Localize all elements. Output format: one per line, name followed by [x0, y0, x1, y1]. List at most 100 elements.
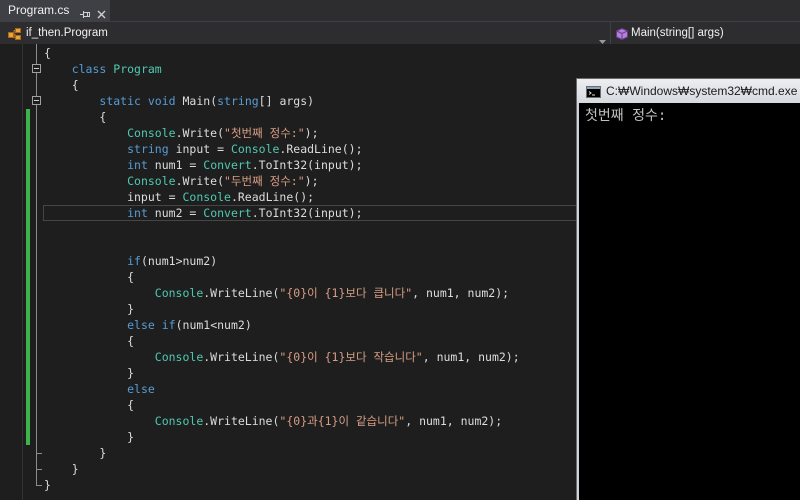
outline-end-marker	[36, 453, 42, 454]
change-marker	[26, 349, 30, 365]
plain-token: (num1<num2)	[175, 318, 252, 332]
plain-token: }	[44, 430, 135, 444]
code-text: {	[44, 45, 51, 61]
plain-token: {	[44, 270, 135, 284]
code-text: class Program	[44, 61, 162, 77]
change-marker	[26, 157, 30, 173]
change-marker	[26, 285, 30, 301]
change-marker	[26, 141, 30, 157]
code-text: input = Console.ReadLine();	[44, 189, 314, 205]
code-text: int num1 = Convert.ToInt32(input);	[44, 157, 362, 173]
code-text: Console.WriteLine("{0}이 {1}보다 작습니다", num…	[44, 349, 520, 365]
type-token: Convert	[203, 158, 252, 172]
keyword-token: string	[127, 142, 169, 156]
plain-token: }	[44, 446, 107, 460]
console-window[interactable]: C:₩Windows₩system32₩cmd.exe 첫번째 정수:	[576, 78, 800, 500]
code-text: }	[44, 365, 134, 381]
change-marker	[26, 317, 30, 333]
method-icon	[616, 27, 629, 41]
plain-token: .WriteLine(	[203, 286, 280, 300]
plain-token: {	[44, 78, 79, 92]
change-marker	[26, 125, 30, 141]
tab-label: Program.cs	[8, 3, 70, 17]
plain-token: }	[44, 462, 79, 476]
plain-token: {	[44, 110, 107, 124]
plain-token: , num1, num2);	[422, 350, 520, 364]
plain-token: {	[44, 398, 135, 412]
keyword-token: int	[127, 158, 148, 172]
outline-end-marker	[36, 485, 42, 486]
collapse-outline-icon[interactable]	[32, 96, 41, 105]
member-dropdown[interactable]: Main(string[] args)	[612, 22, 800, 44]
string-token: "{0}이 {1}보다 작습니다"	[279, 350, 423, 364]
code-text: Console.Write("첫번째 정수:");	[44, 125, 318, 141]
change-marker	[26, 205, 30, 221]
plain-token: [] args)	[258, 94, 315, 108]
change-marker	[26, 397, 30, 413]
keyword-token: string	[217, 94, 259, 108]
change-marker	[26, 269, 30, 285]
code-text: Console.WriteLine("{0}이 {1}보다 큽니다", num1…	[44, 285, 509, 301]
code-text: {	[44, 109, 106, 125]
keyword-token: int	[127, 206, 148, 220]
plain-token: , num1, num2);	[412, 286, 510, 300]
change-marker	[26, 333, 30, 349]
console-title-bar[interactable]: C:₩Windows₩system32₩cmd.exe	[577, 79, 800, 103]
chevron-down-icon[interactable]	[599, 31, 606, 44]
plain-token: .Write(	[175, 174, 225, 188]
console-output-line: 첫번째 정수:	[585, 108, 667, 124]
type-token: Console	[182, 190, 231, 204]
change-marker	[26, 381, 30, 397]
type-dropdown-value: if_then.Program	[26, 27, 108, 39]
console-output-area[interactable]: 첫번째 정수:	[579, 103, 800, 500]
string-token: "{0}이 {1}보다 큽니다"	[279, 286, 413, 300]
type-dropdown[interactable]: if_then.Program	[0, 22, 611, 44]
plain-token: );	[304, 174, 319, 188]
keyword-token: static	[99, 94, 141, 108]
tab-program-cs[interactable]: Program.cs	[0, 0, 110, 21]
change-marker	[26, 109, 30, 125]
type-token: Console	[154, 286, 204, 300]
plain-token: .ToInt32(input);	[251, 206, 363, 220]
type-token: Console	[154, 414, 204, 428]
code-text: int num2 = Convert.ToInt32(input);	[44, 205, 363, 221]
plain-token: .WriteLine(	[203, 414, 280, 428]
plain-token: .ReadLine();	[230, 190, 315, 204]
code-line[interactable]: class Program	[0, 61, 800, 77]
change-marker	[26, 253, 30, 269]
code-text: }	[44, 445, 106, 461]
change-marker	[26, 189, 30, 205]
plain-token: num2 =	[147, 206, 204, 220]
plain-token: }	[44, 302, 135, 316]
string-token: "두번째 정수:"	[224, 174, 305, 188]
type-token: Console	[127, 174, 176, 188]
pin-icon[interactable]	[80, 6, 91, 18]
string-token: "{0}과{1}이 같습니다"	[279, 414, 406, 428]
plain-token: {	[44, 334, 135, 348]
close-icon[interactable]	[97, 6, 106, 19]
keyword-token: if	[161, 318, 176, 332]
code-text: {	[44, 77, 79, 93]
change-marker	[26, 221, 30, 237]
code-text: }	[44, 301, 134, 317]
collapse-outline-icon[interactable]	[32, 64, 41, 73]
string-token: "첫번째 정수:"	[224, 126, 305, 140]
plain-token: {	[44, 46, 51, 60]
change-marker	[26, 301, 30, 317]
plain-token: (num1>num2)	[140, 254, 218, 268]
keyword-token: class	[71, 62, 107, 76]
member-dropdown-value: Main(string[] args)	[631, 27, 724, 39]
plain-token: .WriteLine(	[203, 350, 280, 364]
type-token: Console	[127, 126, 176, 140]
keyword-token: else	[127, 318, 155, 332]
code-line[interactable]: {	[0, 45, 800, 61]
